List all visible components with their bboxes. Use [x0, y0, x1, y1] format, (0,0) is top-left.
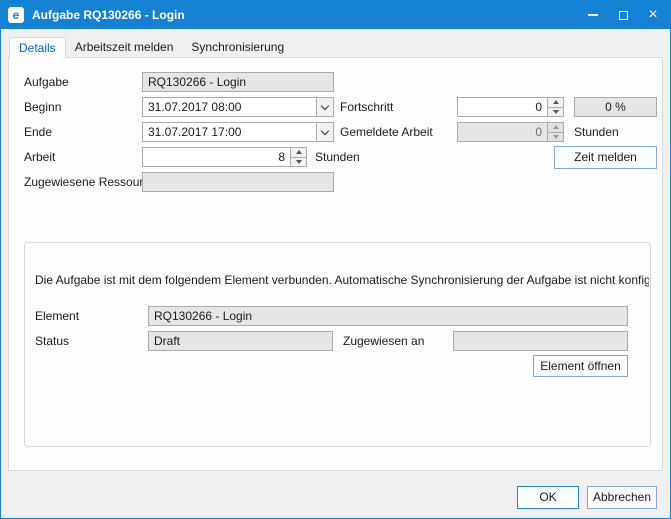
window-controls: ×: [578, 1, 668, 29]
spin-down-button: [548, 132, 563, 142]
ende-datepicker[interactable]: 31.07.2017 17:00: [142, 122, 334, 142]
close-icon: ×: [648, 7, 657, 23]
spin-down-icon: [553, 135, 559, 139]
gemeldete-arbeit-spin-buttons: [547, 123, 563, 141]
tab-details[interactable]: Details: [9, 37, 66, 59]
window-title: Aufgabe RQ130266 - Login: [32, 8, 185, 22]
zugewiesen-an-field: [453, 331, 628, 351]
gemeldete-arbeit-value: 0: [458, 123, 547, 141]
arbeit-spinner[interactable]: 8: [142, 147, 307, 167]
beginn-value: 31.07.2017 08:00: [143, 98, 316, 116]
zugewiesene-ressource-field: [142, 172, 334, 192]
spin-down-button[interactable]: [291, 157, 306, 167]
sync-groupbox: Die Aufgabe ist mit dem folgendem Elemen…: [24, 242, 651, 447]
minimize-icon: [588, 14, 598, 16]
app-icon: e: [8, 7, 24, 23]
ok-button[interactable]: OK: [517, 486, 579, 509]
spin-up-button: [548, 123, 563, 132]
fortschritt-percent-field: 0 %: [574, 97, 657, 117]
details-tab-panel: Aufgabe RQ130266 - Login Beginn 31.07.20…: [8, 57, 663, 471]
spin-up-icon: [553, 125, 559, 129]
beginn-label: Beginn: [24, 100, 61, 114]
beginn-datepicker[interactable]: 31.07.2017 08:00: [142, 97, 334, 117]
arbeit-label: Arbeit: [24, 150, 55, 164]
spin-up-button[interactable]: [291, 148, 306, 157]
ende-label: Ende: [24, 125, 52, 139]
spin-up-icon: [553, 100, 559, 104]
close-button[interactable]: ×: [638, 1, 668, 29]
gemeldete-arbeit-spinner: 0: [457, 122, 564, 142]
titlebar[interactable]: e Aufgabe RQ130266 - Login ×: [1, 1, 670, 29]
maximize-icon: [619, 11, 628, 20]
fortschritt-spinner[interactable]: 0: [457, 97, 564, 117]
arbeit-value: 8: [143, 148, 290, 166]
ende-dropdown-button[interactable]: [316, 123, 333, 141]
chevron-down-icon: [321, 126, 329, 134]
zugewiesen-an-label: Zugewiesen an: [343, 334, 424, 348]
tab-strip: Details Arbeitszeit melden Synchronisier…: [9, 37, 293, 58]
spin-up-button[interactable]: [548, 98, 563, 107]
arbeit-unit-label: Stunden: [315, 150, 360, 164]
gemeldete-arbeit-unit-label: Stunden: [574, 125, 619, 139]
gemeldete-arbeit-label: Gemeldete Arbeit: [340, 125, 433, 139]
tab-synchronisierung[interactable]: Synchronisierung: [182, 37, 293, 58]
aufgabe-label: Aufgabe: [24, 75, 69, 89]
cancel-button[interactable]: Abbrechen: [587, 486, 657, 509]
dialog-window: e Aufgabe RQ130266 - Login × Details Arb…: [0, 0, 671, 519]
minimize-button[interactable]: [578, 1, 608, 29]
aufgabe-field: RQ130266 - Login: [142, 72, 334, 92]
chevron-down-icon: [321, 101, 329, 109]
maximize-button[interactable]: [608, 1, 638, 29]
spin-down-icon: [553, 110, 559, 114]
sync-info-text: Die Aufgabe ist mit dem folgendem Elemen…: [35, 273, 649, 288]
zugewiesene-ressource-label: Zugewiesene Ressource: [24, 175, 156, 189]
status-field: Draft: [148, 331, 333, 351]
tab-arbeitszeit-melden[interactable]: Arbeitszeit melden: [66, 37, 183, 58]
fortschritt-value: 0: [458, 98, 547, 116]
fortschritt-label: Fortschritt: [340, 100, 393, 114]
spin-down-icon: [296, 160, 302, 164]
zeit-melden-button[interactable]: Zeit melden: [554, 146, 657, 169]
fortschritt-spin-buttons: [547, 98, 563, 116]
status-label: Status: [35, 334, 69, 348]
element-field: RQ130266 - Login: [148, 306, 628, 326]
element-oeffnen-button[interactable]: Element öffnen: [533, 355, 628, 377]
element-label: Element: [35, 309, 79, 323]
ende-value: 31.07.2017 17:00: [143, 123, 316, 141]
beginn-dropdown-button[interactable]: [316, 98, 333, 116]
arbeit-spin-buttons: [290, 148, 306, 166]
spin-up-icon: [296, 150, 302, 154]
spin-down-button[interactable]: [548, 107, 563, 117]
